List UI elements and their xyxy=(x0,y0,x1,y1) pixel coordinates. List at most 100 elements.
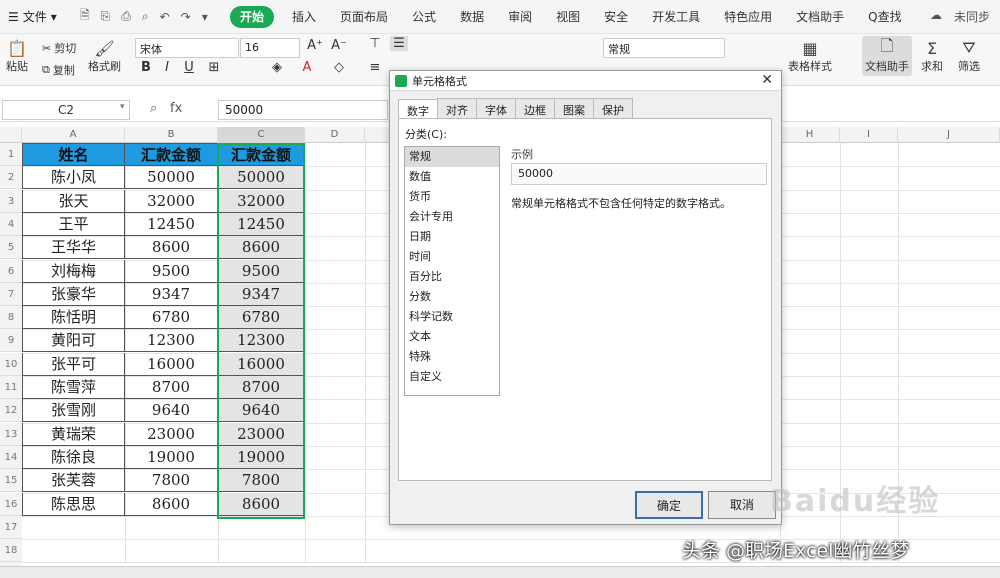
category-item[interactable]: 时间 xyxy=(405,247,499,267)
tab-formulas[interactable]: 公式 xyxy=(400,6,448,28)
table-cell[interactable]: 23000 xyxy=(218,423,305,446)
column-header[interactable]: A xyxy=(22,127,125,143)
undo-icon[interactable]: ↶ xyxy=(160,10,170,24)
save-icon[interactable]: 🗎 xyxy=(80,6,90,27)
column-header[interactable]: C xyxy=(218,127,305,143)
close-icon[interactable]: ✕ xyxy=(761,72,773,88)
table-cell[interactable]: 12300 xyxy=(218,329,305,352)
table-cell[interactable]: 黄瑞荣 xyxy=(22,423,125,446)
table-cell[interactable]: 12450 xyxy=(125,213,218,236)
table-cell[interactable]: 张豪华 xyxy=(22,283,125,306)
table-cell[interactable]: 8600 xyxy=(218,236,305,259)
table-cell[interactable]: 8600 xyxy=(125,493,218,516)
table-cell[interactable]: 19000 xyxy=(125,446,218,469)
table-cell[interactable]: 9500 xyxy=(125,260,218,283)
align-left-icon[interactable]: ≡ xyxy=(366,60,384,75)
category-item[interactable]: 科学记数 xyxy=(405,307,499,327)
column-header[interactable]: B xyxy=(125,127,218,143)
category-list[interactable]: 常规数值货币会计专用日期时间百分比分数科学记数文本特殊自定义 xyxy=(404,146,500,396)
row-header[interactable]: 5 xyxy=(0,236,22,259)
copy-button[interactable]: ⧉ 复制 xyxy=(42,62,75,78)
table-cell[interactable]: 张平可 xyxy=(22,353,125,376)
name-box-chevron-icon[interactable]: ▾ xyxy=(120,102,125,112)
print-icon[interactable]: ⎙ xyxy=(121,9,131,24)
table-cell[interactable]: 王华华 xyxy=(22,236,125,259)
row-header[interactable]: 11 xyxy=(0,376,22,399)
table-cell[interactable]: 黄阳可 xyxy=(22,329,125,352)
doc-helper-button[interactable]: 🗋 文档助手 xyxy=(862,36,912,76)
table-cell[interactable]: 32000 xyxy=(125,190,218,213)
align-middle-icon[interactable]: ☰ xyxy=(390,36,408,51)
cancel-button[interactable]: 取消 xyxy=(708,491,776,519)
category-item[interactable]: 自定义 xyxy=(405,367,499,387)
tab-home[interactable]: 开始 xyxy=(230,6,274,28)
table-cell[interactable]: 8700 xyxy=(218,376,305,399)
underline-icon[interactable]: U xyxy=(180,60,198,75)
tab-developer[interactable]: 开发工具 xyxy=(640,6,712,28)
tab-data[interactable]: 数据 xyxy=(448,6,496,28)
font-color-icon[interactable]: A xyxy=(298,60,316,75)
category-item[interactable]: 分数 xyxy=(405,287,499,307)
table-cell[interactable]: 50000 xyxy=(125,166,218,189)
tab-security[interactable]: 安全 xyxy=(592,6,640,28)
increase-font-icon[interactable]: A⁺ xyxy=(306,38,324,53)
border-icon[interactable]: ⊞ xyxy=(205,60,223,75)
decrease-font-icon[interactable]: A⁻ xyxy=(330,38,348,53)
category-item[interactable]: 数值 xyxy=(405,167,499,187)
preview-icon[interactable]: ⌕ xyxy=(142,9,149,24)
table-cell[interactable]: 7800 xyxy=(218,469,305,492)
table-cell[interactable]: 9640 xyxy=(125,399,218,422)
table-cell[interactable]: 9347 xyxy=(218,283,305,306)
table-cell[interactable]: 19000 xyxy=(218,446,305,469)
tab-search[interactable]: Q查找 xyxy=(856,6,913,28)
tab-page-layout[interactable]: 页面布局 xyxy=(328,6,400,28)
category-item[interactable]: 日期 xyxy=(405,227,499,247)
row-header[interactable]: 13 xyxy=(0,423,22,446)
italic-icon[interactable]: I xyxy=(158,60,176,75)
table-cell[interactable]: 陈徐良 xyxy=(22,446,125,469)
table-cell[interactable]: 刘梅梅 xyxy=(22,260,125,283)
row-header[interactable]: 12 xyxy=(0,399,22,422)
row-header[interactable]: 17 xyxy=(0,516,22,539)
cut-button[interactable]: ✂ 剪切 xyxy=(42,40,76,56)
table-cell[interactable]: 9500 xyxy=(218,260,305,283)
row-header[interactable]: 10 xyxy=(0,353,22,376)
ok-button[interactable]: 确定 xyxy=(635,491,703,519)
sync-status[interactable]: ☁ 未同步 xyxy=(930,8,990,25)
sum-button[interactable]: Σ 求和 xyxy=(921,38,943,74)
column-header[interactable]: H xyxy=(780,127,840,143)
header-cell[interactable]: 姓名 xyxy=(22,143,125,166)
paste-button[interactable]: 📋 粘贴 xyxy=(6,38,28,74)
formula-input[interactable]: 50000 xyxy=(218,100,388,120)
tab-review[interactable]: 审阅 xyxy=(496,6,544,28)
table-cell[interactable]: 陈恬明 xyxy=(22,306,125,329)
tab-insert[interactable]: 插入 xyxy=(280,6,328,28)
zoom-formula-icon[interactable]: ⌕ xyxy=(150,101,157,116)
table-style-button[interactable]: ▦ 表格样式 xyxy=(788,38,832,74)
table-cell[interactable]: 张芙蓉 xyxy=(22,469,125,492)
table-cell[interactable]: 6780 xyxy=(218,306,305,329)
table-cell[interactable]: 16000 xyxy=(218,353,305,376)
column-header[interactable]: I xyxy=(840,127,898,143)
table-cell[interactable]: 陈思思 xyxy=(22,493,125,516)
select-all-corner[interactable] xyxy=(0,127,22,143)
font-name-select[interactable]: 宋体 xyxy=(135,38,239,58)
header-cell[interactable]: 汇款金额 xyxy=(218,143,305,166)
dialog-title-bar[interactable]: 单元格格式 xyxy=(390,71,781,91)
column-header[interactable]: D xyxy=(305,127,365,143)
table-cell[interactable]: 23000 xyxy=(125,423,218,446)
table-cell[interactable]: 8600 xyxy=(125,236,218,259)
table-cell[interactable]: 王平 xyxy=(22,213,125,236)
export-icon[interactable]: ⎘ xyxy=(101,9,111,24)
table-cell[interactable]: 9347 xyxy=(125,283,218,306)
row-header[interactable]: 14 xyxy=(0,446,22,469)
sheet-tabs-bar[interactable] xyxy=(0,566,1000,578)
fill-color-icon[interactable]: ◈ xyxy=(268,60,286,75)
align-top-icon[interactable]: ⊤ xyxy=(366,36,384,51)
tab-special[interactable]: 特色应用 xyxy=(712,6,784,28)
category-item[interactable]: 货币 xyxy=(405,187,499,207)
table-cell[interactable]: 陈雪萍 xyxy=(22,376,125,399)
table-cell[interactable]: 7800 xyxy=(125,469,218,492)
column-header[interactable]: J xyxy=(898,127,1000,143)
bold-icon[interactable]: B xyxy=(137,60,155,75)
